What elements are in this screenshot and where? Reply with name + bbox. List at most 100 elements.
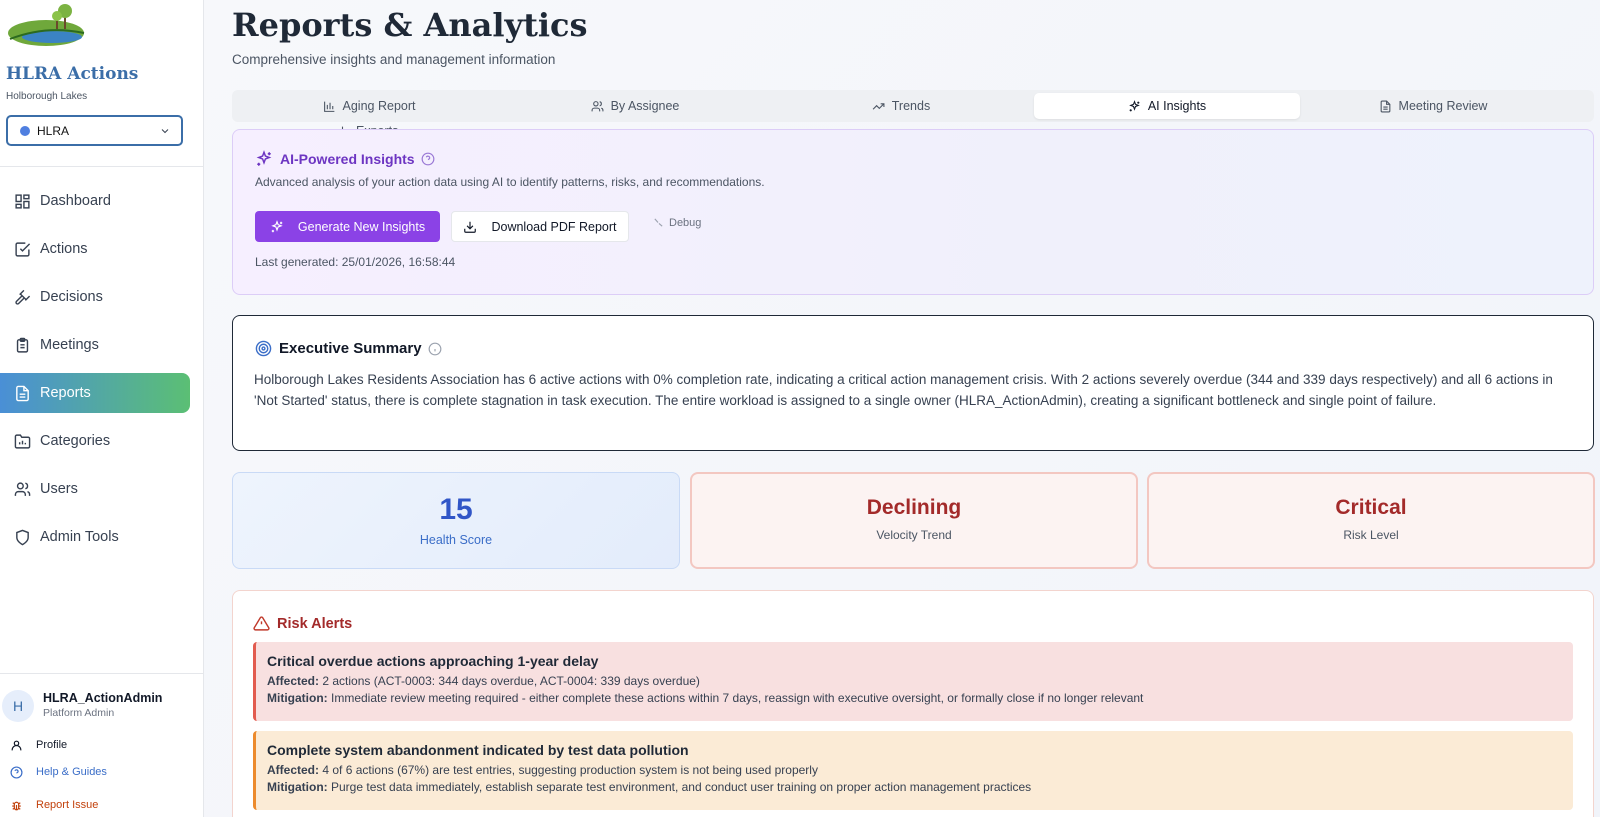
last-generated-timestamp: Last generated: 25/01/2026, 16:58:44 bbox=[255, 255, 456, 269]
velocity-trend-label: Velocity Trend bbox=[876, 528, 952, 542]
risk-alert-affected: Affected: 4 of 6 actions (67%) are test … bbox=[267, 763, 1573, 777]
target-icon bbox=[255, 340, 272, 357]
sidebar: HLRA Actions Holborough Lakes HLRA Dashb… bbox=[0, 0, 204, 817]
app-brand: HLRA Actions bbox=[6, 64, 139, 84]
sidebar-item-actions[interactable]: Actions bbox=[0, 229, 190, 269]
health-score-card: 15 Health Score bbox=[232, 472, 680, 569]
health-score-label: Health Score bbox=[419, 533, 493, 547]
ai-panel-title: AI-Powered Insights bbox=[255, 150, 435, 168]
page-title: Reports & Analytics bbox=[232, 6, 588, 44]
health-score-value: 15 bbox=[439, 493, 473, 526]
generate-insights-label: Generate New Insights bbox=[297, 219, 426, 234]
user-name: HLRA_ActionAdmin bbox=[43, 691, 163, 705]
user-role: Platform Admin bbox=[43, 707, 115, 719]
profile-link[interactable]: Profile bbox=[8, 737, 67, 753]
help-link[interactable]: Help & Guides bbox=[8, 764, 107, 780]
generate-insights-button[interactable]: Generate New Insights bbox=[255, 211, 440, 242]
code-icon bbox=[653, 217, 665, 229]
tab-label: By Assignee bbox=[610, 99, 680, 113]
bar-chart-icon bbox=[323, 99, 337, 113]
sidebar-item-users[interactable]: Users bbox=[0, 469, 190, 509]
sidebar-item-dashboard[interactable]: Dashboard bbox=[0, 181, 190, 221]
folder-icon bbox=[13, 432, 31, 450]
affected-label: Affected: bbox=[267, 763, 320, 777]
layout-dashboard-icon bbox=[13, 192, 31, 210]
risk-alert-item: Critical overdue actions approaching 1-y… bbox=[253, 642, 1573, 721]
tab-ai-insights[interactable]: AI Insights bbox=[1034, 93, 1300, 119]
trending-up-icon bbox=[872, 99, 886, 113]
org-color-dot bbox=[20, 125, 30, 136]
sidebar-divider bbox=[0, 166, 204, 167]
help-circle-icon bbox=[8, 764, 24, 780]
mitigation-label: Mitigation: bbox=[267, 780, 328, 794]
risk-level-value: Critical bbox=[1335, 496, 1407, 519]
sidebar-item-decisions[interactable]: Decisions bbox=[0, 277, 190, 317]
tab-aging-report[interactable]: Aging Report bbox=[236, 93, 502, 119]
tab-meeting-review[interactable]: Meeting Review bbox=[1300, 93, 1566, 119]
bug-icon bbox=[8, 797, 24, 813]
risk-alert-affected: Affected: 2 actions (ACT-0003: 344 days … bbox=[267, 674, 1573, 688]
sidebar-item-label: Meetings bbox=[40, 337, 99, 353]
profile-label: Profile bbox=[36, 739, 68, 751]
org-name: Holborough Lakes bbox=[6, 91, 88, 102]
debug-button[interactable]: Debug bbox=[653, 217, 701, 229]
users-icon bbox=[591, 99, 605, 113]
mitigation-text: Purge test data immediately, establish s… bbox=[331, 780, 1032, 794]
tab-label: Trends bbox=[891, 99, 931, 113]
sparkles-icon bbox=[1128, 99, 1142, 113]
debug-label: Debug bbox=[669, 217, 702, 229]
tab-label: Meeting Review bbox=[1398, 99, 1488, 113]
risk-alert-mitigation: Mitigation: Immediate review meeting req… bbox=[267, 691, 1573, 705]
sidebar-item-label: Admin Tools bbox=[40, 529, 119, 545]
tab-trends[interactable]: Trends bbox=[768, 93, 1034, 119]
velocity-trend-value: Declining bbox=[866, 496, 962, 519]
sidebar-item-label: Actions bbox=[40, 241, 88, 257]
sparkles-icon bbox=[270, 219, 284, 234]
mitigation-text: Immediate review meeting required - eith… bbox=[331, 691, 1144, 705]
sidebar-item-reports[interactable]: Reports bbox=[0, 373, 190, 413]
gavel-icon bbox=[13, 288, 31, 306]
sidebar-item-admin-tools[interactable]: Admin Tools bbox=[0, 517, 190, 557]
ai-insights-panel: AI-Powered Insights Advanced analysis of… bbox=[232, 129, 1594, 295]
hlra-logo[interactable] bbox=[6, 3, 86, 55]
info-icon[interactable] bbox=[428, 342, 442, 356]
affected-text: 2 actions (ACT-0003: 344 days overdue, A… bbox=[322, 674, 700, 688]
sidebar-item-meetings[interactable]: Meetings bbox=[0, 325, 190, 365]
sidebar-divider bbox=[0, 673, 204, 674]
shield-icon bbox=[13, 528, 31, 546]
sidebar-item-label: Categories bbox=[40, 433, 111, 449]
avatar[interactable]: H bbox=[2, 690, 34, 722]
risk-alert-title: Critical overdue actions approaching 1-y… bbox=[267, 653, 599, 669]
executive-summary-title-text: Executive Summary bbox=[279, 340, 422, 357]
sidebar-item-label: Users bbox=[40, 481, 78, 497]
ai-panel-title-text: AI-Powered Insights bbox=[280, 151, 415, 167]
report-issue-label: Report Issue bbox=[36, 799, 99, 811]
org-select[interactable]: HLRA bbox=[6, 115, 183, 146]
velocity-trend-card: Declining Velocity Trend bbox=[690, 472, 1138, 569]
sidebar-item-categories[interactable]: Categories bbox=[0, 421, 190, 461]
user-icon bbox=[8, 737, 24, 753]
risk-alert-title: Complete system abandonment indicated by… bbox=[267, 742, 689, 758]
check-square-icon bbox=[13, 240, 31, 258]
risk-alert-item: Complete system abandonment indicated by… bbox=[253, 731, 1573, 810]
help-label: Help & Guides bbox=[36, 766, 107, 778]
org-select-value: HLRA bbox=[37, 123, 70, 138]
sidebar-item-label: Reports bbox=[40, 385, 91, 401]
tab-by-assignee[interactable]: By Assignee bbox=[502, 93, 768, 119]
executive-summary-card: Executive Summary Holborough Lakes Resid… bbox=[232, 315, 1594, 451]
file-text-icon bbox=[1379, 99, 1393, 113]
risk-level-label: Risk Level bbox=[1343, 528, 1399, 542]
help-circle-icon[interactable] bbox=[421, 152, 435, 166]
affected-text: 4 of 6 actions (67%) are test entries, s… bbox=[322, 763, 818, 777]
download-pdf-label: Download PDF Report bbox=[491, 219, 617, 234]
page-subtitle: Comprehensive insights and management in… bbox=[232, 52, 556, 67]
report-issue-link[interactable]: Report Issue bbox=[8, 797, 98, 813]
ai-panel-description: Advanced analysis of your action data us… bbox=[255, 175, 765, 189]
risk-level-card: Critical Risk Level bbox=[1147, 472, 1595, 569]
risk-alerts-title-text: Risk Alerts bbox=[277, 615, 353, 632]
executive-summary-text: Holborough Lakes Residents Association h… bbox=[254, 372, 1553, 408]
download-pdf-button[interactable]: Download PDF Report bbox=[451, 211, 629, 242]
risk-alerts-title: Risk Alerts bbox=[253, 615, 352, 632]
alert-triangle-icon bbox=[253, 615, 270, 632]
sidebar-item-label: Decisions bbox=[40, 289, 103, 305]
